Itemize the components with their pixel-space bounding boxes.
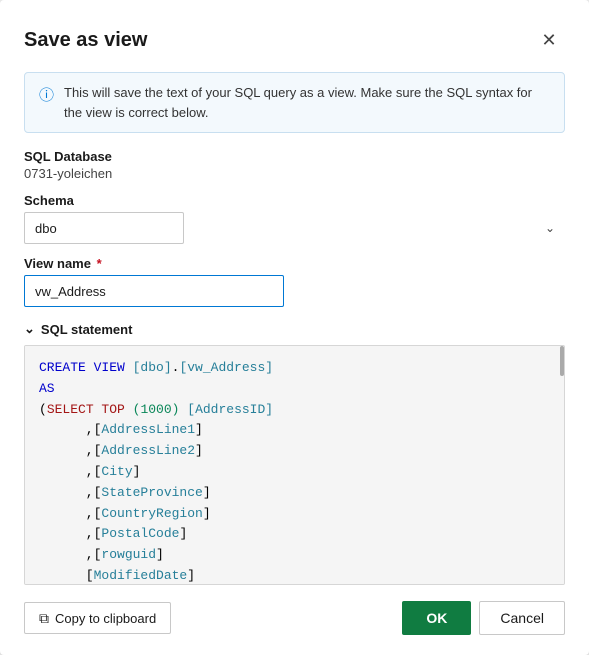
ok-button[interactable]: OK [402, 601, 471, 635]
view-name-label: View name * [24, 256, 565, 271]
info-icon: ⓘ [39, 84, 54, 105]
info-banner-text: This will save the text of your SQL quer… [64, 83, 550, 122]
schema-section: Schema dbo sys guest ⌄ [24, 193, 565, 256]
copy-icon: ⧉ [39, 610, 49, 627]
save-as-view-dialog: Save as view ✕ ⓘ This will save the text… [0, 0, 589, 655]
sql-line-8: ,[CountryRegion] [39, 504, 550, 525]
sql-line-7: ,[StateProvince] [39, 483, 550, 504]
view-name-section: View name * [24, 256, 565, 321]
sql-database-value: 0731-yoleichen [24, 166, 565, 181]
confirm-buttons: OK Cancel [402, 601, 565, 635]
dialog-footer: ⧉ Copy to clipboard OK Cancel [24, 601, 565, 635]
sql-line-6: ,[City] [39, 462, 550, 483]
close-button[interactable]: ✕ [533, 24, 565, 56]
sql-database-section: SQL Database 0731-yoleichen [24, 149, 565, 193]
sql-database-label: SQL Database [24, 149, 565, 164]
sql-line-10: ,[rowguid] [39, 545, 550, 566]
sql-line-4: ,[AddressLine1] [39, 420, 550, 441]
schema-label: Schema [24, 193, 565, 208]
scrollbar[interactable] [560, 346, 564, 376]
close-icon: ✕ [541, 30, 556, 51]
sql-statement-box: CREATE VIEW [dbo].[vw_Address] AS (SELEC… [24, 345, 565, 585]
sql-line-11: [ModifiedDate] [39, 566, 550, 585]
sql-line-1: CREATE VIEW [dbo].[vw_Address] [39, 358, 550, 379]
chevron-down-icon: ⌄ [545, 221, 555, 235]
sql-line-9: ,[PostalCode] [39, 524, 550, 545]
required-indicator: * [93, 256, 102, 271]
dialog-header: Save as view ✕ [24, 24, 565, 56]
copy-to-clipboard-button[interactable]: ⧉ Copy to clipboard [24, 602, 171, 634]
dialog-title: Save as view [24, 29, 147, 52]
copy-label: Copy to clipboard [55, 611, 156, 626]
schema-select[interactable]: dbo sys guest [24, 212, 184, 244]
info-banner: ⓘ This will save the text of your SQL qu… [24, 72, 565, 133]
schema-select-wrapper: dbo sys guest ⌄ [24, 212, 565, 244]
cancel-button[interactable]: Cancel [479, 601, 565, 635]
sql-statement-label: SQL statement [41, 322, 133, 337]
view-name-input[interactable] [24, 275, 284, 307]
sql-line-2: AS [39, 379, 550, 400]
sql-line-3: (SELECT TOP (1000) [AddressID] [39, 400, 550, 421]
sql-statement-toggle[interactable]: ⌄ SQL statement [24, 321, 565, 337]
chevron-right-icon: ⌄ [24, 321, 35, 337]
sql-line-5: ,[AddressLine2] [39, 441, 550, 462]
